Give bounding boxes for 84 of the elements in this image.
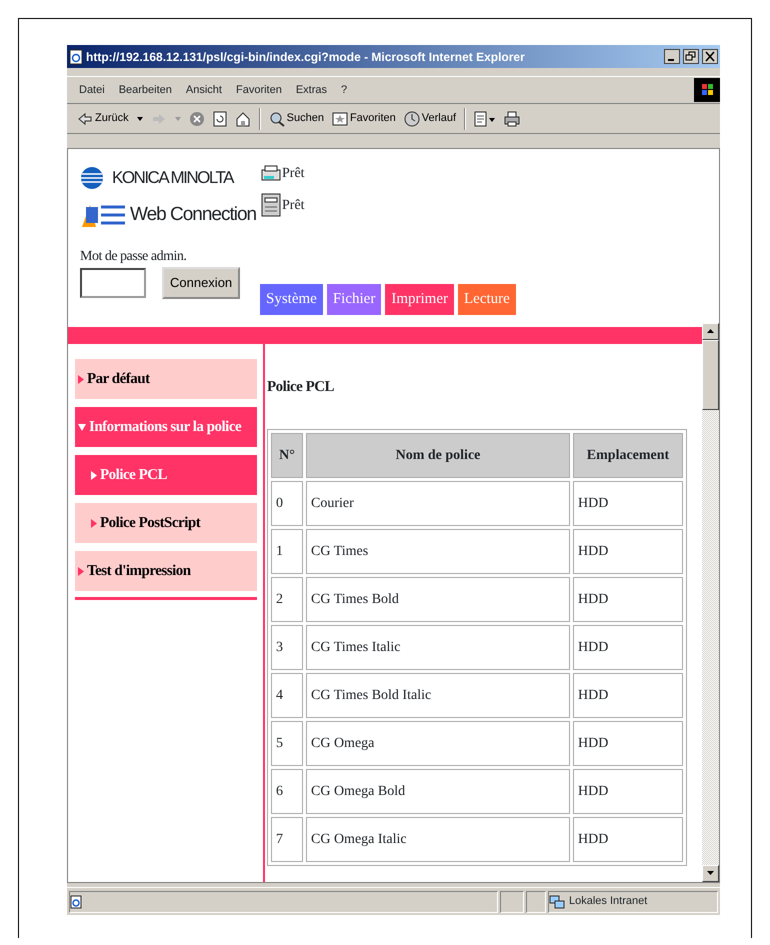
table-cell: 4 (271, 672, 303, 718)
table-cell: HDD (573, 576, 683, 622)
nav-tab[interactable]: Fichier (326, 284, 382, 315)
column-header: Nom de police (306, 432, 570, 478)
restore-icon[interactable] (683, 49, 699, 64)
caret-down-icon (78, 423, 86, 431)
table-cell: 3 (271, 624, 303, 670)
table-cell: 0 (271, 480, 303, 526)
page-heading: Police PCL (267, 378, 336, 397)
menu-item[interactable]: ? (341, 82, 348, 98)
close-icon[interactable] (702, 49, 718, 64)
column-header: N° (271, 432, 303, 478)
menu-item[interactable]: Favoriten (236, 82, 282, 98)
login-button[interactable]: Connexion (162, 266, 240, 298)
nav-tab[interactable]: Imprimer (385, 284, 454, 315)
table-cell: HDD (573, 528, 683, 574)
password-label: Mot de passe admin. (80, 248, 188, 266)
sidebar-subitem[interactable]: Police PCL (75, 455, 257, 495)
status-panel (526, 890, 546, 912)
sidebar-subitem[interactable]: Police PostScript (75, 503, 257, 543)
edit-document-icon[interactable] (474, 110, 496, 126)
home-icon[interactable] (234, 110, 251, 126)
status-panel (500, 890, 524, 912)
table-cell: 5 (271, 720, 303, 766)
menu-item[interactable]: Bearbeiten (118, 82, 172, 98)
window-title: http://192.168.12.131/psl/cgi-bin/index.cgi?mode - Microsoft Internet Explorer (86, 48, 526, 66)
caret-right-icon (91, 518, 97, 528)
printer-icon[interactable] (504, 110, 520, 126)
menu-item[interactable]: Datei (79, 82, 105, 98)
table-cell: HDD (573, 816, 683, 862)
printer-icon (260, 164, 282, 182)
password-field[interactable] (80, 268, 146, 298)
favorites-button[interactable]: Favoriten (332, 110, 396, 127)
windows-logo-icon (694, 78, 720, 102)
table-cell: CG Omega (306, 720, 570, 766)
network-computer-icon (549, 894, 565, 910)
table-cell: 1 (271, 528, 303, 574)
table-cell: 6 (271, 768, 303, 814)
table-cell: CG Omega Italic (306, 816, 570, 862)
table-cell: HDD (573, 672, 683, 718)
dropdown-caret-icon[interactable] (136, 116, 143, 120)
sidebar-item[interactable]: Par défaut (75, 359, 257, 399)
scroll-thumb[interactable] (702, 340, 719, 410)
brand-name: KONICA MINOLTA (112, 167, 234, 190)
search-button[interactable]: Suchen (268, 110, 324, 127)
table-cell: HDD (573, 720, 683, 766)
table-cell: Courier (306, 480, 570, 526)
sidebar-item[interactable]: Test d'impression (75, 551, 257, 591)
column-header: Emplacement (573, 432, 683, 478)
minimize-icon[interactable] (664, 49, 680, 64)
nav-tab[interactable]: Système (260, 284, 323, 315)
scroll-down-icon[interactable] (707, 871, 714, 875)
copier-icon (260, 192, 282, 218)
stop-icon[interactable] (188, 110, 205, 126)
table-cell: CG Omega Bold (306, 768, 570, 814)
product-name: Web Connection (130, 203, 256, 227)
caret-right-icon (78, 566, 84, 576)
table-cell: CG Times Bold (306, 576, 570, 622)
refresh-icon[interactable] (212, 110, 227, 126)
table-cell: HDD (573, 624, 683, 670)
globe-logo-icon (80, 166, 104, 190)
star-page-icon (332, 110, 348, 126)
table-cell: 2 (271, 576, 303, 622)
menu-item[interactable]: Extras (296, 82, 328, 98)
table-cell: CG Times (306, 528, 570, 574)
caret-right-icon (78, 374, 84, 384)
table-cell: CG Times Bold Italic (306, 672, 570, 718)
search-icon (268, 110, 285, 126)
status-text: Prêt (282, 196, 305, 214)
caret-right-icon (91, 470, 97, 480)
status-zone: Lokales Intranet (569, 894, 648, 910)
table-cell: HDD (573, 768, 683, 814)
back-button[interactable]: Zurück (77, 110, 129, 127)
table-cell: 7 (271, 816, 303, 862)
history-button[interactable]: Verlauf (404, 110, 456, 127)
status-text: Prêt (282, 165, 305, 183)
vertical-scrollbar[interactable] (702, 323, 719, 882)
clock-icon (404, 110, 420, 126)
table-cell: HDD (573, 480, 683, 526)
back-arrow-icon (77, 110, 93, 126)
sidebar-item[interactable]: Informations sur la police (75, 407, 257, 447)
table-cell: CG Times Italic (306, 624, 570, 670)
menu-item[interactable]: Ansicht (186, 82, 222, 98)
scroll-up-icon[interactable] (707, 329, 714, 333)
